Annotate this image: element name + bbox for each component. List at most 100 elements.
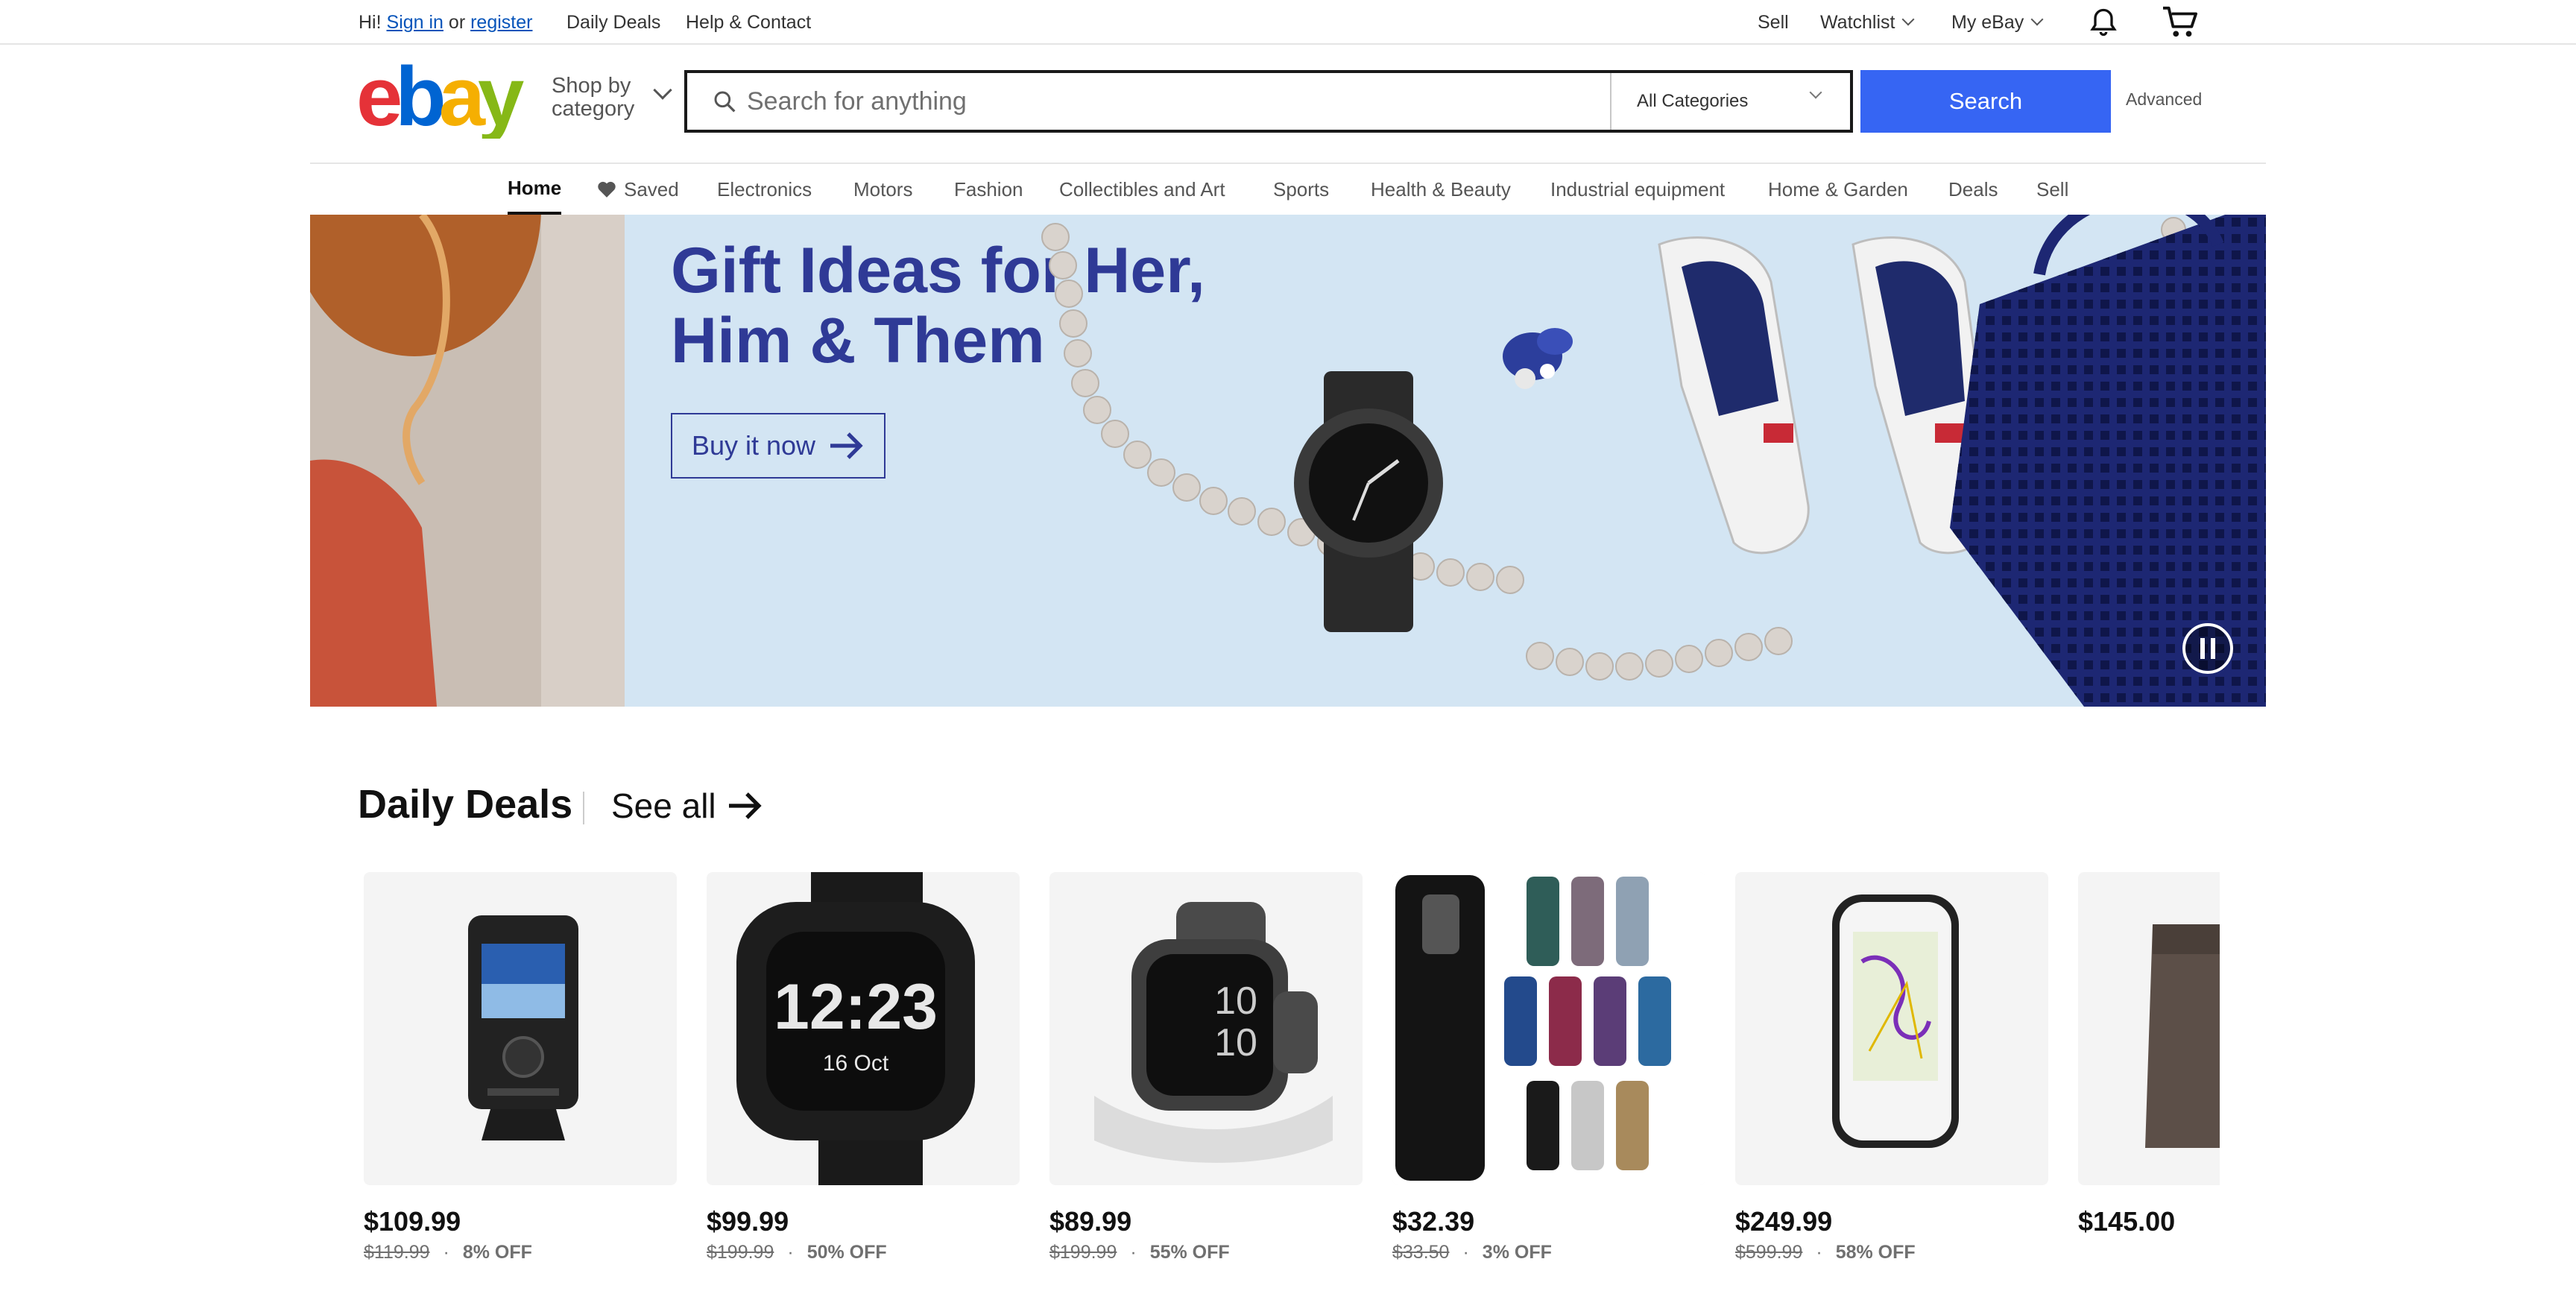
deal-card[interactable]: $249.99 $599.99 · 58% OFF <box>1735 872 2048 1290</box>
chevron-down-icon <box>1901 13 1915 26</box>
nav-item-saved[interactable]: Saved <box>597 164 679 215</box>
header: ebay Shop by category All Categories Sea… <box>0 45 2576 164</box>
top-utility-bar: Hi! Sign in or register Daily Deals Help… <box>0 0 2576 45</box>
nav-item-industrial[interactable]: Industrial equipment <box>1550 164 1725 215</box>
greeting-group: Hi! Sign in or register <box>359 0 532 45</box>
deal-price: $109.99 <box>364 1206 461 1237</box>
arrow-right-icon <box>728 792 762 819</box>
deal-price: $145.00 <box>2078 1206 2176 1237</box>
deal-meta: $199.99 · 55% OFF <box>1049 1242 1230 1263</box>
previous-slide-image <box>310 215 625 707</box>
svg-text:ebay: ebay <box>356 64 524 139</box>
svg-text:10: 10 <box>1214 979 1257 1023</box>
deal-price: $99.99 <box>707 1206 789 1237</box>
discount-label: 58% OFF <box>1835 1242 1916 1263</box>
deal-card[interactable]: 10 10 $89.99 $199.99 · 55% OFF <box>1049 872 1363 1290</box>
deal-meta: $119.99 · 8% OFF <box>364 1242 532 1263</box>
notification-bell-icon[interactable] <box>2087 0 2120 45</box>
ebay-logo[interactable]: ebay <box>356 50 535 143</box>
watchlist-menu[interactable]: Watchlist <box>1820 0 1915 45</box>
see-all-link[interactable]: See all <box>611 786 764 826</box>
nav-item-home[interactable]: Home <box>508 164 562 215</box>
advanced-search-link[interactable]: Advanced <box>2126 89 2202 110</box>
hero-title-line2: Him & Them <box>671 305 1045 376</box>
product-image-bike-computer[interactable] <box>1735 872 2048 1185</box>
deal-card[interactable]: $109.99 $119.99 · 8% OFF <box>364 872 677 1290</box>
nav-item-fashion[interactable]: Fashion <box>954 164 1023 215</box>
daily-deals-heading: Daily Deals <box>358 782 573 827</box>
nav-item-electronics[interactable]: Electronics <box>717 164 812 215</box>
deal-card[interactable]: 12:23 16 Oct $99.99 $199.99 · 50% OFF <box>707 872 1020 1290</box>
hero-title-line1: Gift Ideas for Her, <box>671 235 1205 306</box>
heading-divider <box>583 792 584 824</box>
nav-item-home-garden[interactable]: Home & Garden <box>1768 164 1908 215</box>
deal-price: $249.99 <box>1735 1206 1833 1237</box>
nav-item-sell[interactable]: Sell <box>2036 164 2068 215</box>
svg-text:12:23: 12:23 <box>774 971 938 1043</box>
deal-meta: $599.99 · 58% OFF <box>1735 1242 1916 1263</box>
deal-price: $32.39 <box>1392 1206 1475 1237</box>
nav-item-collectibles[interactable]: Collectibles and Art <box>1059 164 1225 215</box>
product-image-running-watch[interactable]: 12:23 16 Oct <box>707 872 1020 1185</box>
svg-text:10: 10 <box>1214 1021 1257 1064</box>
daily-deals-link[interactable]: Daily Deals <box>566 0 660 45</box>
pause-carousel-button[interactable] <box>2182 623 2233 674</box>
product-image-fish-finder[interactable] <box>364 872 677 1185</box>
deal-card[interactable]: $32.39 $33.50 · 3% OFF <box>1392 872 1705 1290</box>
product-image-travel-mugs[interactable] <box>1392 872 1705 1185</box>
search-button[interactable]: Search <box>1860 70 2111 133</box>
discount-label: 3% OFF <box>1482 1242 1552 1263</box>
or-text: or <box>448 11 466 33</box>
product-image-smartwatch[interactable]: 10 10 <box>1049 872 1363 1185</box>
shop-by-label: Shop by <box>552 74 631 98</box>
chevron-down-icon <box>2030 13 2044 26</box>
category-select[interactable]: All Categories <box>1610 73 1850 130</box>
register-link[interactable]: register <box>470 12 532 34</box>
nav-item-sports[interactable]: Sports <box>1273 164 1329 215</box>
deal-card[interactable]: $145.00 <box>2078 872 2220 1290</box>
category-nav: Home Saved Electronics Motors Fashion Co… <box>310 162 2266 215</box>
chevron-down-icon <box>1809 86 1822 99</box>
hero-title: Gift Ideas for Her, Him & Them <box>671 236 1342 376</box>
shop-by-category-button[interactable]: Shop by category <box>552 74 672 127</box>
discount-label: 8% OFF <box>462 1242 532 1263</box>
product-image-boots[interactable] <box>2078 872 2220 1185</box>
nav-item-saved-label: Saved <box>624 177 679 201</box>
original-price: $199.99 <box>1049 1242 1117 1263</box>
arrow-right-icon <box>830 432 863 459</box>
original-price: $33.50 <box>1392 1242 1450 1263</box>
sign-in-link[interactable]: Sign in <box>387 12 443 34</box>
greeting-text: Hi! <box>359 11 382 33</box>
discount-label: 50% OFF <box>806 1242 887 1263</box>
discount-label: 55% OFF <box>1149 1242 1230 1263</box>
nav-item-deals[interactable]: Deals <box>1948 164 1998 215</box>
original-price: $199.99 <box>707 1242 774 1263</box>
sell-link[interactable]: Sell <box>1758 0 1789 45</box>
original-price: $119.99 <box>364 1242 430 1263</box>
my-ebay-label: My eBay <box>1951 11 2024 33</box>
daily-deals-carousel: $109.99 $119.99 · 8% OFF 12:23 16 Oct $99.… <box>364 872 2220 1290</box>
pause-icon <box>2200 638 2215 659</box>
heart-icon <box>598 181 616 198</box>
help-contact-link[interactable]: Help & Contact <box>686 0 811 45</box>
deal-price: $89.99 <box>1049 1206 1132 1237</box>
shopping-cart-icon[interactable] <box>2162 0 2199 45</box>
category-label: category <box>552 97 635 121</box>
search-icon <box>714 91 736 113</box>
watchlist-label: Watchlist <box>1820 11 1895 33</box>
svg-text:16 Oct: 16 Oct <box>823 1051 889 1076</box>
my-ebay-menu[interactable]: My eBay <box>1951 0 2044 45</box>
original-price: $599.99 <box>1735 1242 1803 1263</box>
buy-it-now-label: Buy it now <box>691 430 816 461</box>
hero-banner[interactable]: Gift Ideas for Her, Him & Them Buy it no… <box>310 215 2266 707</box>
search-input[interactable] <box>747 79 1537 124</box>
deal-meta: $199.99 · 50% OFF <box>707 1242 887 1263</box>
buy-it-now-button[interactable]: Buy it now <box>671 413 886 479</box>
category-select-value: All Categories <box>1637 91 1749 111</box>
nav-item-health-beauty[interactable]: Health & Beauty <box>1371 164 1511 215</box>
nav-item-motors[interactable]: Motors <box>853 164 912 215</box>
ebay-home-page: Hi! Sign in or register Daily Deals Help… <box>0 0 2576 1297</box>
deal-meta: $33.50 · 3% OFF <box>1392 1242 1552 1263</box>
search-bar: All Categories <box>684 70 1853 133</box>
see-all-label: See all <box>611 786 716 825</box>
